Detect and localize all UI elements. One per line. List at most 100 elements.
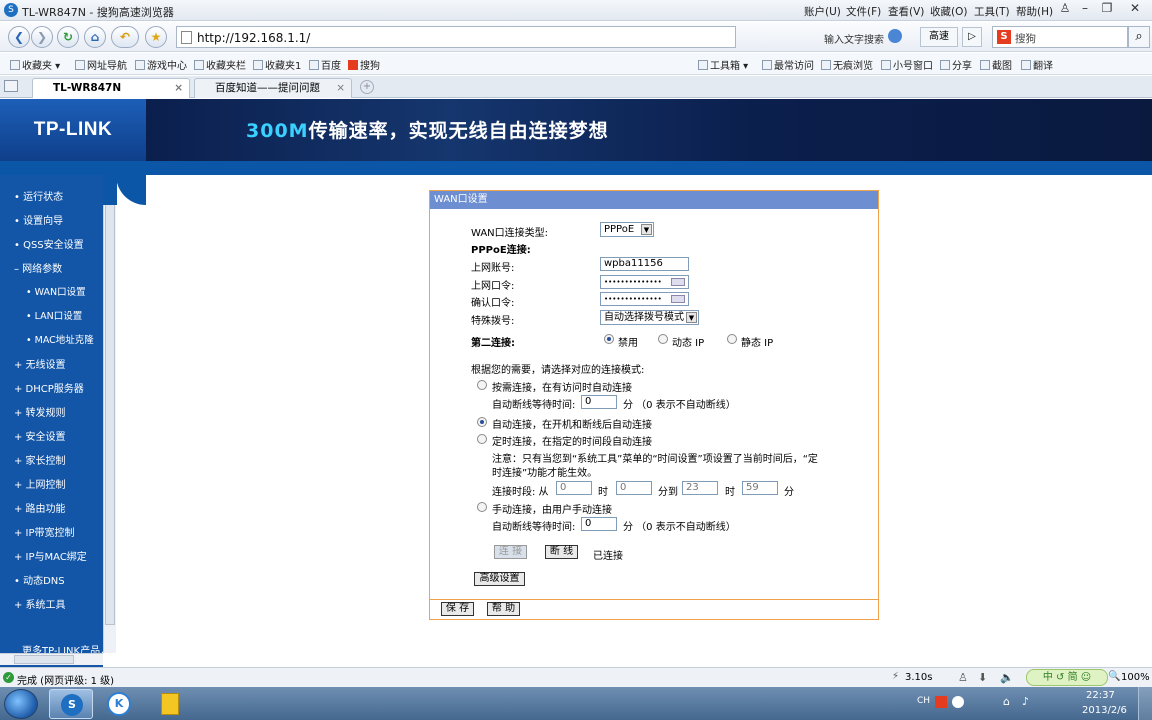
mode-auto-radio[interactable] — [477, 417, 487, 427]
advanced-settings-button[interactable]: 高级设置 — [474, 572, 525, 586]
sidebar-item-bandwidth[interactable]: + IP带宽控制 — [14, 524, 75, 539]
sidebar-item-lan[interactable]: • LAN口设置 — [26, 308, 82, 322]
search-input[interactable]: S 搜狗 — [992, 26, 1128, 48]
hscroll-thumb[interactable] — [14, 655, 74, 664]
taskbar-notes[interactable] — [148, 689, 192, 719]
second-conn-dynamic-radio[interactable] — [658, 334, 668, 344]
sidebar-item-wizard[interactable]: • 设置向导 — [14, 212, 63, 227]
sidebar-item-routing[interactable]: + 路由功能 — [14, 500, 66, 515]
tab-close-icon[interactable]: × — [336, 79, 345, 97]
password-input[interactable]: •••••••••••••• — [600, 275, 689, 289]
sidebar-item-qss[interactable]: • QSS安全设置 — [14, 236, 84, 251]
zoom-icon[interactable]: 🔍 — [1108, 671, 1120, 682]
disconnect-button[interactable]: 断 线 — [545, 545, 578, 559]
save-button[interactable]: 保 存 — [441, 602, 474, 616]
sidebar-item-security[interactable]: + 安全设置 — [14, 428, 66, 443]
undo-close-icon[interactable]: ↶ — [111, 26, 139, 48]
special-dial-select[interactable]: 自动选择拨号模式▼ — [600, 310, 699, 325]
sidebar-item-status[interactable]: • 运行状态 — [14, 188, 63, 203]
menu-account[interactable]: 账户(U) — [804, 4, 841, 19]
sidebar-item-dhcp[interactable]: + DHCP服务器 — [14, 380, 84, 395]
idle-time-input-2[interactable]: 0 — [581, 517, 617, 531]
sidebar-item-forwarding[interactable]: + 转发规则 — [14, 404, 66, 419]
ime-widget[interactable]: 中 ↺ 简 ☺ — [1026, 669, 1108, 686]
account-input[interactable]: wpba11156 — [600, 257, 689, 271]
sidebar-item-access-control[interactable]: + 上网控制 — [14, 476, 66, 491]
share-button[interactable]: 分享 — [940, 57, 972, 72]
menu-view[interactable]: 查看(V) — [888, 4, 924, 19]
new-tab-icon[interactable]: + — [360, 80, 374, 94]
menu-help[interactable]: 帮助(H) — [1016, 4, 1053, 19]
search-icon[interactable]: ⌕ — [1128, 26, 1150, 48]
mode-manual-radio[interactable] — [477, 502, 487, 512]
mode-demand-radio[interactable] — [477, 380, 487, 390]
sidebar-item-ddns[interactable]: • 动态DNS — [14, 572, 65, 587]
fav-item[interactable]: 游戏中心 — [135, 57, 187, 72]
close-button[interactable]: ✕ — [1124, 1, 1146, 17]
sidebar-item-wan[interactable]: • WAN口设置 — [26, 284, 86, 298]
idle-time-input[interactable]: 0 — [581, 395, 617, 409]
refresh-icon[interactable]: ↻ — [57, 26, 79, 48]
sidebar-hscrollbar[interactable] — [0, 653, 103, 665]
clock-date[interactable]: 2013/2/6 — [1082, 705, 1127, 716]
sogou-ime-icon[interactable] — [935, 696, 947, 708]
period-to-minute-input[interactable]: 59 — [742, 481, 778, 495]
help-tray-icon[interactable] — [952, 696, 964, 708]
second-conn-disable-radio[interactable] — [604, 334, 614, 344]
sidebar-scrollbar[interactable] — [103, 175, 116, 653]
fav-item[interactable]: 网址导航 — [75, 57, 127, 72]
speed-mode-button[interactable]: 高速 — [920, 27, 958, 47]
help-button[interactable]: 帮 助 — [487, 602, 520, 616]
small-window-button[interactable]: 小号窗口 — [881, 57, 933, 72]
period-to-hour-input[interactable]: 23 — [682, 481, 718, 495]
home-icon[interactable]: ⌂ — [84, 26, 106, 48]
download-icon[interactable]: ⬇ — [978, 671, 987, 684]
shield-icon[interactable] — [888, 29, 902, 43]
menu-favorites[interactable]: 收藏(O) — [930, 4, 967, 19]
network-tray-icon[interactable]: ⌂ — [1003, 695, 1010, 708]
show-desktop-button[interactable] — [1138, 687, 1152, 720]
incognito-button[interactable]: 无痕浏览 — [821, 57, 873, 72]
most-visited-button[interactable]: 最常访问 — [762, 57, 814, 72]
translate-button[interactable]: 翻译 — [1021, 57, 1053, 72]
fav-item[interactable]: 搜狗 — [348, 57, 380, 72]
period-from-hour-input[interactable]: 0 — [556, 481, 592, 495]
clock-time[interactable]: 22:37 — [1086, 690, 1115, 701]
sidebar-item-wireless[interactable]: + 无线设置 — [14, 356, 66, 371]
minimize-button[interactable]: – — [1074, 1, 1096, 17]
sidebar-item-ip-mac-bind[interactable]: + IP与MAC绑定 — [14, 548, 87, 563]
back-icon[interactable]: ❮ — [8, 26, 30, 48]
fav-item[interactable]: 百度 — [309, 57, 341, 72]
wan-type-select[interactable]: PPPoE▼ — [600, 222, 654, 237]
period-from-minute-input[interactable]: 0 — [616, 481, 652, 495]
scroll-thumb[interactable] — [105, 175, 115, 625]
sidebar-item-system-tools[interactable]: + 系统工具 — [14, 596, 66, 611]
tab-close-icon[interactable]: × — [174, 79, 183, 97]
maximize-button[interactable]: ❐ — [1096, 1, 1118, 17]
sidebar-item-network[interactable]: – 网络参数 — [14, 260, 62, 275]
toolbox-button[interactable]: 工具箱 ▾ — [698, 57, 748, 72]
favorite-star-icon[interactable]: ★ — [145, 26, 167, 48]
volume-tray-icon[interactable]: ♪ — [1022, 695, 1029, 708]
person-icon[interactable]: ♙ — [958, 671, 968, 684]
fav-item[interactable]: 收藏夹 ▾ — [10, 57, 60, 72]
tab-tl-wr847n[interactable]: TL-WR847N× — [32, 78, 190, 98]
confirm-input[interactable]: •••••••••••••• — [600, 292, 689, 306]
start-button[interactable] — [4, 689, 38, 719]
speed-icon[interactable]: ⚡ — [892, 671, 899, 682]
mode-timed-radio[interactable] — [477, 434, 487, 444]
fav-item[interactable]: 收藏夹栏 — [194, 57, 246, 72]
address-bar[interactable]: http://192.168.1.1/ — [176, 26, 736, 48]
taskbar-k-app[interactable]: K — [99, 689, 143, 719]
url-text[interactable]: http://192.168.1.1/ — [197, 31, 310, 45]
tab-baidu[interactable]: 百度知道——提问问题× — [194, 78, 352, 98]
sidebar-item-parental[interactable]: + 家长控制 — [14, 452, 66, 467]
taskbar-sogou-browser[interactable]: S — [49, 689, 93, 719]
screenshot-button[interactable]: 截图 — [980, 57, 1012, 72]
sidebar-toggle-icon[interactable] — [4, 80, 18, 92]
menu-file[interactable]: 文件(F) — [846, 4, 881, 19]
go-icon[interactable]: ▷ — [962, 27, 982, 47]
skin-icon[interactable]: ♙ — [1054, 1, 1076, 17]
sidebar-item-mac-clone[interactable]: • MAC地址克隆 — [26, 332, 94, 346]
second-conn-static-radio[interactable] — [727, 334, 737, 344]
